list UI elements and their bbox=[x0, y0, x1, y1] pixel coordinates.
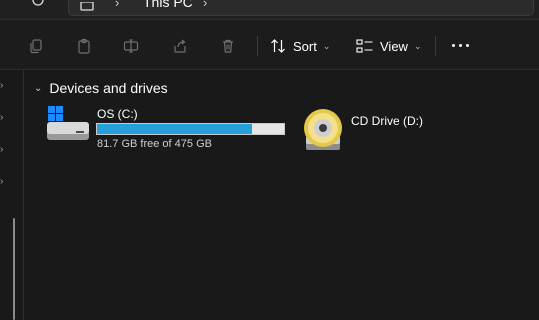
drive-free-space: 81.7 GB free of 475 GB bbox=[97, 138, 212, 150]
delete-button[interactable] bbox=[219, 37, 237, 55]
rename-icon bbox=[123, 39, 139, 53]
expand-chevron-icon[interactable]: › bbox=[0, 112, 3, 123]
trash-icon bbox=[223, 39, 233, 53]
toolbar-divider bbox=[435, 36, 436, 56]
view-icon bbox=[356, 39, 373, 53]
paste-icon bbox=[78, 38, 90, 54]
refresh-button[interactable] bbox=[24, 0, 52, 14]
expand-chevron-icon[interactable]: › bbox=[0, 176, 3, 187]
rename-button[interactable] bbox=[122, 37, 140, 55]
address-bar[interactable]: › This PC › bbox=[68, 0, 534, 16]
drive-usage-fill bbox=[97, 124, 252, 134]
more-options-button[interactable] bbox=[452, 44, 469, 47]
expand-chevron-icon[interactable]: › bbox=[0, 144, 3, 155]
sort-label: Sort bbox=[293, 38, 317, 54]
expand-chevron-icon[interactable]: › bbox=[0, 80, 3, 91]
share-button[interactable] bbox=[171, 37, 189, 55]
view-button[interactable]: View ⌄ bbox=[356, 34, 422, 58]
more-dot-icon bbox=[452, 44, 455, 47]
navigation-pane: › › › › bbox=[0, 70, 24, 320]
sort-button[interactable]: Sort ⌄ bbox=[270, 34, 330, 58]
group-header-devices[interactable]: ⌄ Devices and drives bbox=[34, 80, 168, 96]
paste-button[interactable] bbox=[75, 37, 93, 55]
chevron-down-icon: ⌄ bbox=[322, 40, 331, 51]
windows-drive-icon bbox=[46, 106, 90, 149]
cd-drive-icon bbox=[302, 108, 344, 159]
command-bar: Sort ⌄ View ⌄ bbox=[0, 20, 539, 70]
more-dot-icon bbox=[466, 44, 469, 47]
this-pc-icon bbox=[79, 0, 95, 17]
title-address-area: › This PC › bbox=[0, 0, 539, 20]
breadcrumb-this-pc[interactable]: This PC bbox=[143, 0, 193, 10]
share-icon bbox=[174, 39, 186, 53]
view-label: View bbox=[380, 38, 408, 54]
chevron-down-icon: ⌄ bbox=[413, 40, 422, 51]
copy-icon bbox=[30, 39, 42, 54]
collapse-chevron-icon[interactable]: ⌄ bbox=[34, 83, 42, 94]
drive-usage-bar bbox=[96, 123, 285, 135]
toolbar-divider bbox=[257, 36, 258, 56]
breadcrumb-separator-icon[interactable]: › bbox=[203, 0, 207, 10]
navigation-scrollbar[interactable] bbox=[13, 218, 15, 320]
refresh-icon bbox=[32, 0, 44, 6]
more-dot-icon bbox=[459, 44, 462, 47]
breadcrumb-separator-icon: › bbox=[115, 0, 120, 10]
group-title: Devices and drives bbox=[49, 80, 168, 96]
sort-icon bbox=[271, 39, 285, 53]
drive-name: OS (C:) bbox=[97, 107, 138, 121]
drive-name: CD Drive (D:) bbox=[351, 114, 423, 128]
copy-button[interactable] bbox=[27, 37, 45, 55]
